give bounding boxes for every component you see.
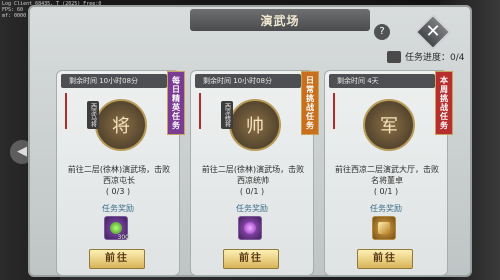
gem-icon bbox=[110, 222, 122, 234]
close-icon: ✕ bbox=[425, 21, 441, 42]
quest-count: ( 0/3 ) bbox=[105, 187, 131, 196]
reward-item[interactable] bbox=[238, 216, 262, 240]
quest-card-daily-elite: 剩余时间 10小时08分 每日精英任务 将 西凉马将 前往二层(徐林)演武场，击… bbox=[56, 70, 185, 276]
help-button[interactable]: ? bbox=[374, 24, 390, 40]
rope-decoration bbox=[199, 93, 201, 129]
enemy-name-tag: 西凉马将 bbox=[87, 101, 99, 129]
panel-title: 演武场 bbox=[260, 13, 300, 28]
quest-panel: 演武场 ? ✕ 任务进度：0/4 剩余时间 10小时08分 每日精英任务 将 西… bbox=[28, 5, 472, 277]
enemy-portrait: 军 bbox=[363, 99, 415, 151]
go-button[interactable]: 前往 bbox=[89, 249, 145, 269]
scroll-icon bbox=[378, 222, 390, 234]
card-time: 剩余时间 4天 bbox=[329, 74, 435, 88]
card-time: 剩余时间 10小时08分 bbox=[61, 74, 167, 88]
reward-item[interactable] bbox=[372, 216, 396, 240]
progress-label: 任务进度：0/4 bbox=[405, 53, 465, 63]
rope-decoration bbox=[65, 93, 67, 129]
enemy-portrait: 帅 bbox=[229, 99, 281, 151]
enemy-portrait: 将 bbox=[95, 99, 147, 151]
quest-type-tag: 本周挑战任务 bbox=[435, 71, 453, 135]
quest-card-weekly-challenge: 剩余时间 4天 本周挑战任务 军 前往西凉二层演武大厅，击败名将董卓 ( 0/1… bbox=[324, 70, 453, 276]
quest-card-daily-challenge: 剩余时间 10小时08分 日常挑战任务 帅 西凉统将 前往二层(徐林)演武场，击… bbox=[190, 70, 319, 276]
quest-description: 前往二层(徐林)演武场，击败西凉统帅 bbox=[201, 165, 305, 185]
quest-count: ( 0/1 ) bbox=[239, 187, 265, 196]
quest-count: ( 0/1 ) bbox=[373, 187, 399, 196]
reward-item[interactable]: 300 bbox=[104, 216, 129, 241]
task-progress: 任务进度：0/4 bbox=[387, 50, 465, 63]
card-time: 剩余时间 10小时08分 bbox=[195, 74, 301, 88]
nav-left-icon: ◀ bbox=[17, 144, 27, 159]
progress-icon bbox=[387, 50, 401, 63]
reward-label: 任务奖励 bbox=[370, 204, 402, 213]
enemy-name-tag: 西凉统将 bbox=[221, 101, 233, 129]
quest-description: 前往二层(徐林)演武场，击败西凉屯长 bbox=[67, 165, 171, 185]
rope-decoration bbox=[333, 93, 335, 129]
reward-label: 任务奖励 bbox=[102, 204, 134, 213]
quest-type-tag: 日常挑战任务 bbox=[301, 71, 319, 135]
reward-label: 任务奖励 bbox=[236, 204, 268, 213]
title-bar: 演武场 bbox=[190, 9, 370, 31]
quest-type-tag: 每日精英任务 bbox=[167, 71, 185, 135]
go-button[interactable]: 前往 bbox=[223, 249, 279, 269]
close-button[interactable]: ✕ bbox=[414, 13, 452, 51]
reward-quantity: 300 bbox=[117, 234, 129, 241]
quest-description: 前往西凉二层演武大厅，击败名将董卓 bbox=[335, 165, 439, 185]
orb-icon bbox=[244, 222, 256, 234]
go-button[interactable]: 前往 bbox=[357, 249, 413, 269]
